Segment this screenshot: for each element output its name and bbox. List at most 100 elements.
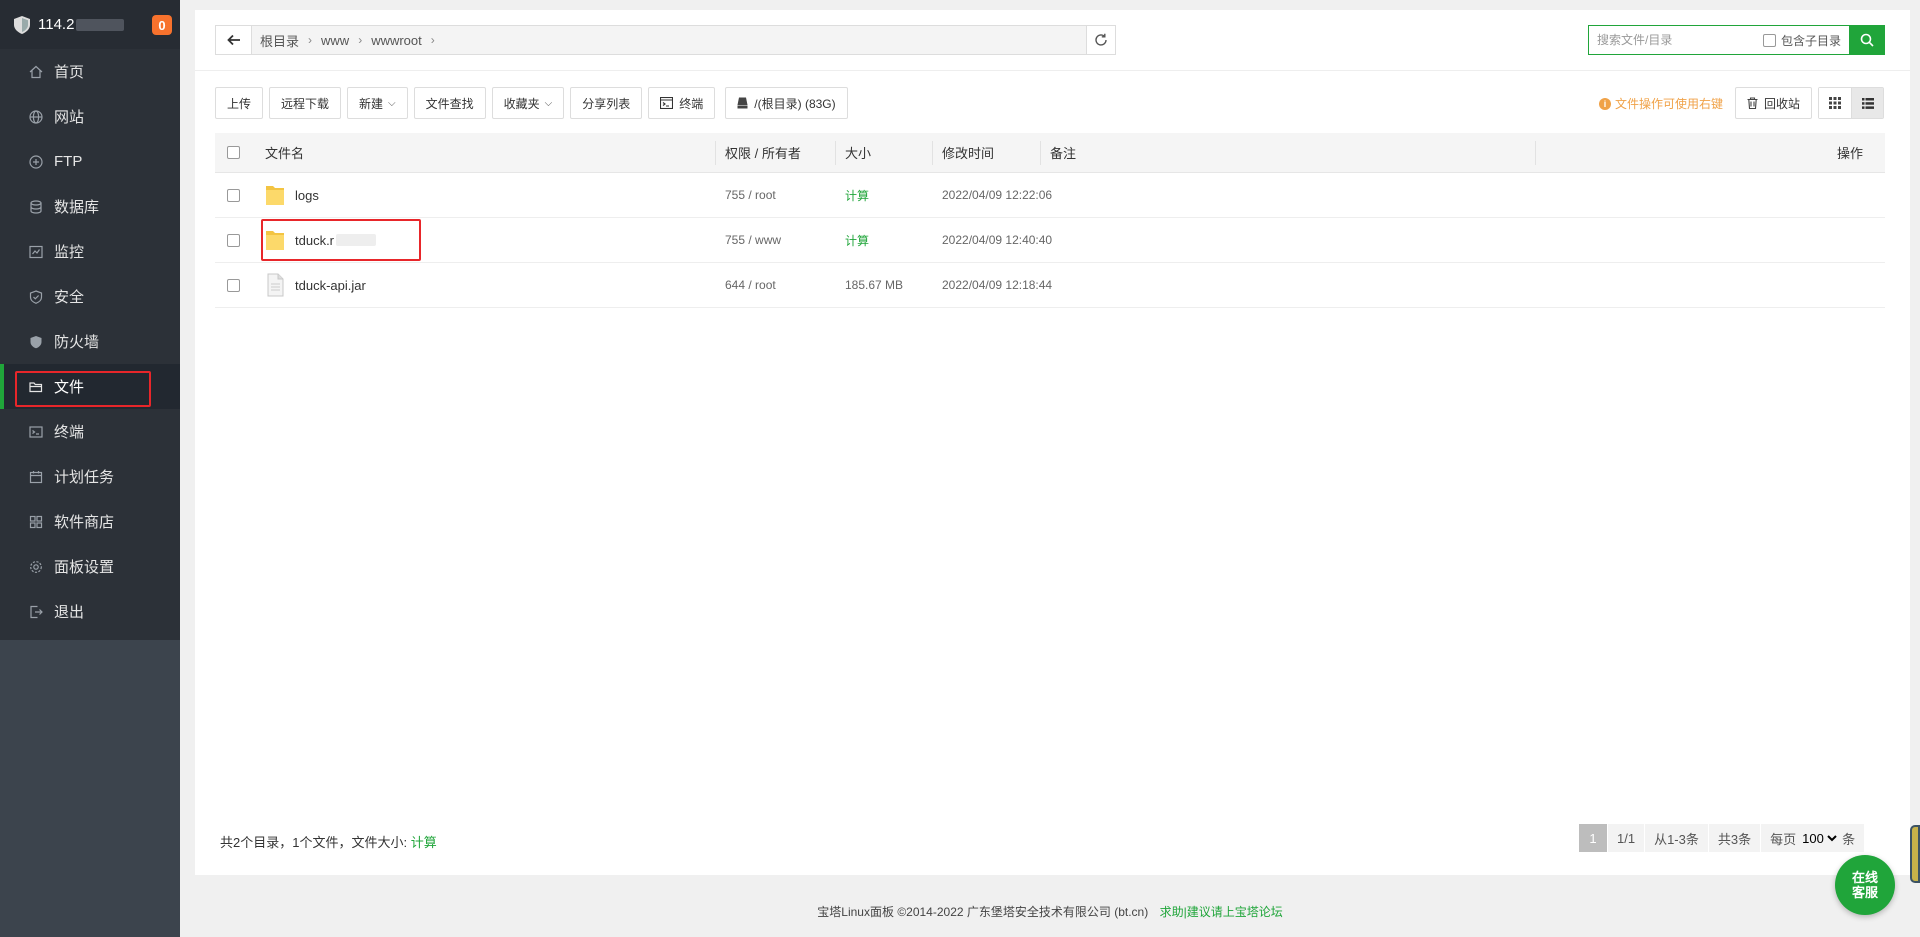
row-checkbox[interactable] [227, 188, 240, 202]
table-header: 文件名 权限 / 所有者 大小 修改时间 备注 操作 [215, 133, 1885, 173]
include-subdir-toggle[interactable]: 包含子目录 [1763, 32, 1841, 49]
sidebar-item-firewall[interactable]: 防火墙 [0, 319, 180, 364]
file-name[interactable]: tduck.r [295, 233, 334, 248]
search-button[interactable] [1849, 25, 1885, 55]
perm-cell[interactable]: 755 / www [725, 218, 781, 262]
file-name-cell[interactable]: logs [265, 173, 319, 217]
row-checkbox-cell[interactable] [227, 173, 245, 217]
sidebar-item-database[interactable]: 数据库 [0, 184, 180, 229]
per-page-select[interactable]: 100 [1798, 827, 1841, 849]
file-name[interactable]: tduck-api.jar [295, 278, 366, 293]
sidebar-item-crontab[interactable]: 计划任务 [0, 454, 180, 499]
header-size[interactable]: 大小 [845, 133, 871, 172]
size-calc-link[interactable]: 计算 [845, 173, 869, 217]
firewall-icon [28, 334, 44, 350]
file-manager-panel: 根目录 › www › wwwroot › 包含子目录 上传 远程下载 新建 ⌵ 文件查… [195, 10, 1910, 875]
grid-icon [1829, 97, 1841, 109]
sidebar-item-label: 数据库 [54, 199, 100, 216]
shield-check-icon [28, 289, 44, 305]
file-name-cell[interactable]: tduck-api.jar [265, 263, 366, 307]
row-checkbox-cell[interactable] [227, 218, 245, 262]
crumb-www[interactable]: www [321, 33, 349, 48]
grid-view-button[interactable] [1819, 88, 1851, 118]
file-summary: 共2个目录，1个文件，文件大小: 计算 [220, 832, 437, 851]
sidebar-item-label: 首页 [54, 64, 85, 81]
search-icon [1860, 33, 1874, 47]
file-search-button[interactable]: 文件查找 [413, 87, 486, 119]
size-calc-link[interactable]: 计算 [845, 218, 869, 262]
view-toggle [1818, 87, 1884, 119]
remote-download-button[interactable]: 远程下载 [269, 87, 342, 119]
divider [195, 70, 1910, 71]
search-input[interactable] [1589, 26, 1759, 54]
column-separator [1040, 141, 1041, 165]
sidebar-item-website[interactable]: 网站 [0, 94, 180, 139]
sidebar-item-home[interactable]: 首页 [0, 49, 180, 94]
chevron-down-icon: ⌵ [544, 97, 553, 109]
table-row[interactable]: logs 755 / root 计算 2022/04/09 12:22:06 [215, 173, 1885, 218]
recycle-bin-button[interactable]: 回收站 [1735, 87, 1813, 119]
column-separator [715, 141, 716, 165]
hard-drive-icon [737, 97, 748, 109]
sidebar-item-label: 终端 [54, 424, 85, 441]
sidebar-item-label: 面板设置 [54, 559, 115, 576]
file-name-cell[interactable]: tduck.r [265, 218, 377, 262]
perm-cell[interactable]: 644 / root [725, 263, 776, 307]
sidebar-item-ftp[interactable]: FTP [0, 139, 180, 184]
online-support-button[interactable]: 在线 客服 [1835, 855, 1895, 915]
list-view-button[interactable] [1851, 88, 1883, 118]
include-subdir-label: 包含子目录 [1781, 33, 1842, 48]
crumb-root[interactable]: 根目录 [260, 31, 299, 50]
disk-button[interactable]: /(根目录) (83G) [725, 87, 848, 119]
table-row[interactable]: tduck-api.jar 644 / root 185.67 MB 2022/… [215, 263, 1885, 308]
ip-mask [76, 18, 125, 31]
back-button[interactable] [216, 26, 252, 54]
sidebar-item-monitor[interactable]: 监控 [0, 229, 180, 274]
include-subdir-checkbox[interactable] [1763, 33, 1776, 47]
summary-calc-link[interactable]: 计算 [411, 835, 437, 850]
settings-icon [28, 559, 44, 575]
sidebar-item-files[interactable]: 文件 [0, 364, 180, 409]
page-count: 1/1 [1608, 824, 1645, 852]
sidebar-item-logout[interactable]: 退出 [0, 589, 180, 634]
row-checkbox[interactable] [227, 278, 240, 292]
terminal-button[interactable]: 终端 [648, 87, 716, 119]
header-name[interactable]: 文件名 [265, 133, 304, 172]
per-page-unit: 条 [1842, 831, 1856, 847]
sidebar-item-security[interactable]: 安全 [0, 274, 180, 319]
folder-icon [266, 231, 284, 250]
breadcrumb: 根目录 › www › wwwroot › [252, 31, 444, 50]
select-all-checkbox[interactable] [227, 146, 240, 159]
terminal-icon [660, 97, 674, 109]
forum-link[interactable]: 求助|建议请上宝塔论坛 [1160, 905, 1283, 919]
chevron-right-icon: › [308, 33, 313, 47]
side-widget-handle[interactable] [1910, 825, 1920, 883]
row-checkbox-cell[interactable] [227, 263, 245, 307]
row-checkbox[interactable] [227, 233, 240, 247]
terminal-label: 终端 [679, 96, 704, 111]
mtime-cell: 2022/04/09 12:22:06 [942, 188, 1053, 202]
share-list-button[interactable]: 分享列表 [570, 87, 643, 119]
bt-logo-icon [14, 15, 30, 34]
table-row[interactable]: tduck.r 755 / www 计算 2022/04/09 12:40:40 [215, 218, 1885, 263]
perm-cell[interactable]: 755 / root [725, 173, 776, 217]
monitor-icon [28, 244, 44, 260]
refresh-button[interactable] [1086, 26, 1115, 54]
notification-badge[interactable]: 0 [152, 15, 172, 35]
sidebar-item-store[interactable]: 软件商店 [0, 499, 180, 544]
sidebar-item-settings[interactable]: 面板设置 [0, 544, 180, 589]
upload-button[interactable]: 上传 [215, 87, 264, 119]
new-dropdown-button[interactable]: 新建 ⌵ [347, 87, 408, 119]
file-name[interactable]: logs [295, 188, 319, 203]
header-op: 操作 [1836, 146, 1863, 161]
header-mtime[interactable]: 修改时间 [942, 133, 994, 172]
page-current[interactable]: 1 [1579, 824, 1607, 852]
sidebar-item-terminal[interactable]: 终端 [0, 409, 180, 454]
favorites-dropdown-button[interactable]: 收藏夹 ⌵ [491, 87, 565, 119]
favorites-label: 收藏夹 [503, 96, 540, 111]
header-perm[interactable]: 权限 / 所有者 [725, 133, 801, 172]
crumb-wwwroot[interactable]: wwwroot [371, 33, 422, 48]
select-all-checkbox-cell[interactable] [227, 133, 245, 172]
page-range: 从1-3条 [1645, 824, 1708, 852]
refresh-icon [1095, 33, 1107, 46]
